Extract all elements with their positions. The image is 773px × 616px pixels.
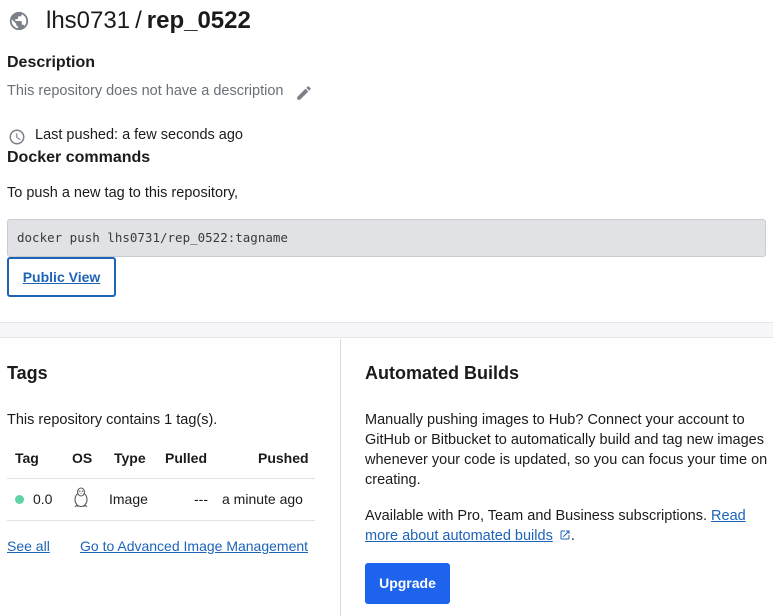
clock-icon	[8, 128, 26, 146]
automated-builds-availability: Available with Pro, Team and Business su…	[365, 506, 770, 546]
availability-period: .	[570, 528, 575, 544]
tags-panel: Tags This repository contains 1 tag(s). …	[0, 339, 340, 616]
table-header-divider	[7, 478, 315, 479]
repo-separator: /	[135, 7, 142, 34]
edit-description-pencil-icon[interactable]	[295, 84, 313, 102]
advanced-image-management-link[interactable]: Go to Advanced Image Management	[80, 538, 308, 554]
automated-builds-description: Manually pushing images to Hub? Connect …	[365, 412, 768, 488]
last-pushed-text: Last pushed: a few seconds ago	[35, 127, 243, 143]
docker-push-command[interactable]: docker push lhs0731/rep_0522:tagname	[7, 219, 766, 257]
table-row-divider	[7, 520, 315, 521]
type-cell: Image	[109, 491, 148, 507]
description-heading: Description	[7, 54, 96, 71]
pulled-cell: ---	[194, 491, 208, 507]
docker-commands-heading: Docker commands	[7, 149, 151, 166]
repository-title: lhs0731/rep_0522	[46, 5, 251, 37]
column-header-os: OS	[72, 450, 93, 466]
section-divider-band	[0, 322, 773, 338]
column-header-type: Type	[114, 450, 146, 466]
tags-count-text: This repository contains 1 tag(s).	[7, 412, 218, 428]
repo-owner: lhs0731	[46, 7, 131, 34]
repository-header-section: lhs0731/rep_0522 Description This reposi…	[0, 0, 773, 322]
column-header-pushed: Pushed	[258, 450, 309, 466]
upgrade-button[interactable]: Upgrade	[365, 563, 450, 604]
availability-text: Available with Pro, Team and Business su…	[365, 508, 708, 524]
linux-icon	[72, 487, 90, 508]
tag-name-cell[interactable]: 0.0	[33, 491, 52, 507]
repo-name: rep_0522	[146, 7, 251, 34]
external-link-icon[interactable]	[559, 527, 571, 540]
column-header-tag: Tag	[15, 450, 39, 466]
automated-builds-panel: Automated Builds Manually pushing images…	[341, 339, 773, 616]
column-header-pulled: Pulled	[165, 450, 208, 466]
globe-icon	[8, 10, 30, 32]
pushed-cell: a minute ago	[222, 491, 303, 507]
docker-commands-intro: To push a new tag to this repository,	[7, 185, 239, 201]
public-view-button[interactable]: Public View	[7, 257, 116, 297]
tags-heading: Tags	[7, 363, 48, 383]
tag-status-dot	[15, 495, 24, 504]
description-text: This repository does not have a descript…	[7, 83, 284, 99]
see-all-link[interactable]: See all	[7, 538, 50, 554]
automated-builds-heading: Automated Builds	[365, 363, 520, 383]
